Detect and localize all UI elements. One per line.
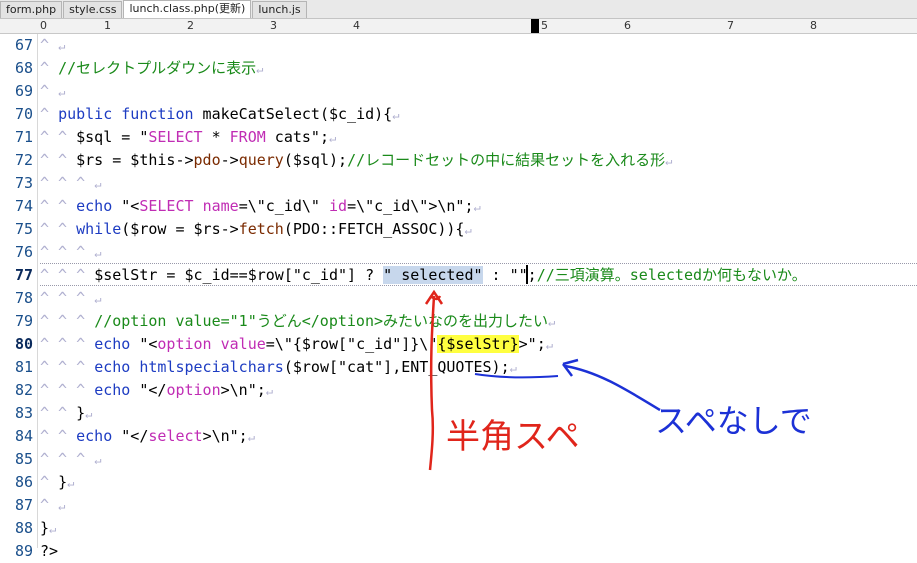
line-number: 86 [14,473,33,491]
red-arrow [428,294,442,471]
line-number: 83 [14,404,33,422]
line-number: 82 [14,381,33,399]
blue-underline [474,373,559,379]
line-number: 89 [14,542,33,560]
line-number: 78 [14,289,33,307]
line-number: 80 [14,335,33,353]
note-half-width-space: 半角スペ [446,417,580,457]
line-number: 71 [14,128,33,146]
line-number: 81 [14,358,33,376]
line-number: 70 [14,105,33,123]
line-number: 72 [14,151,33,169]
line-number: 73 [14,174,33,192]
line-number: 84 [14,427,33,445]
note-no-space: スペなしで [655,402,812,440]
line-number: 87 [14,496,33,514]
line-number: 75 [14,220,33,238]
line-number: 85 [14,450,33,468]
line-number: 77 [14,266,33,284]
line-number: 67 [14,36,33,54]
line-number: 74 [14,197,33,215]
line-number: 76 [14,243,33,261]
blue-arrow [564,364,661,412]
line-number: 79 [14,312,33,330]
line-number: 88 [14,519,33,537]
line-number: 69 [14,82,33,100]
line-number: 68 [14,59,33,77]
handwritten-annotations: 半角スペ スペなしで [424,289,812,471]
